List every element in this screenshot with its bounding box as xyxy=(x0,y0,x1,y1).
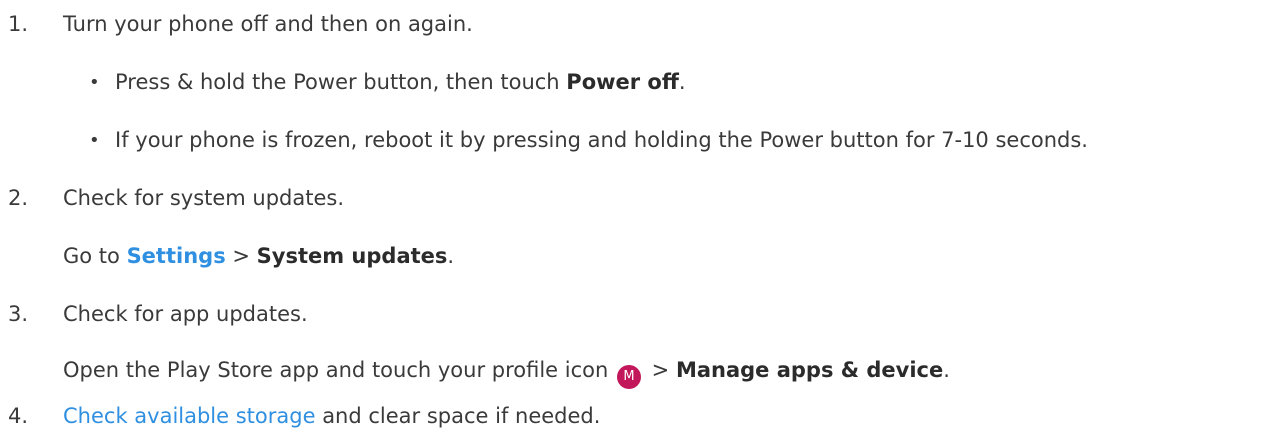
step-number: 3. xyxy=(8,302,29,326)
troubleshooting-steps: 1. Turn your phone off and then on again… xyxy=(8,12,1088,428)
step-number: 4. xyxy=(8,404,29,428)
step-text: Check for system updates. xyxy=(63,186,345,210)
manage-apps-label: Manage apps & device xyxy=(675,358,944,382)
bullet-icon: • xyxy=(89,72,100,93)
step-text: and clear space if needed. xyxy=(315,404,601,428)
profile-avatar-icon: M xyxy=(616,365,641,389)
settings-link[interactable]: Settings xyxy=(127,244,226,268)
bullet-text: If your phone is frozen, reboot it by pr… xyxy=(115,128,1088,152)
step-number: 1. xyxy=(8,12,29,36)
step-text: Check for app updates. xyxy=(63,302,308,326)
check-storage-link[interactable]: Check available storage xyxy=(63,404,316,428)
step-text: Turn your phone off and then on again. xyxy=(63,12,473,36)
step-number: 2. xyxy=(8,186,29,210)
power-off-label: Power off xyxy=(566,70,679,94)
system-updates-label: System updates xyxy=(256,244,448,268)
bullet-text: Press & hold the Power button, then touc… xyxy=(115,70,567,94)
bullet-icon: • xyxy=(89,130,100,151)
